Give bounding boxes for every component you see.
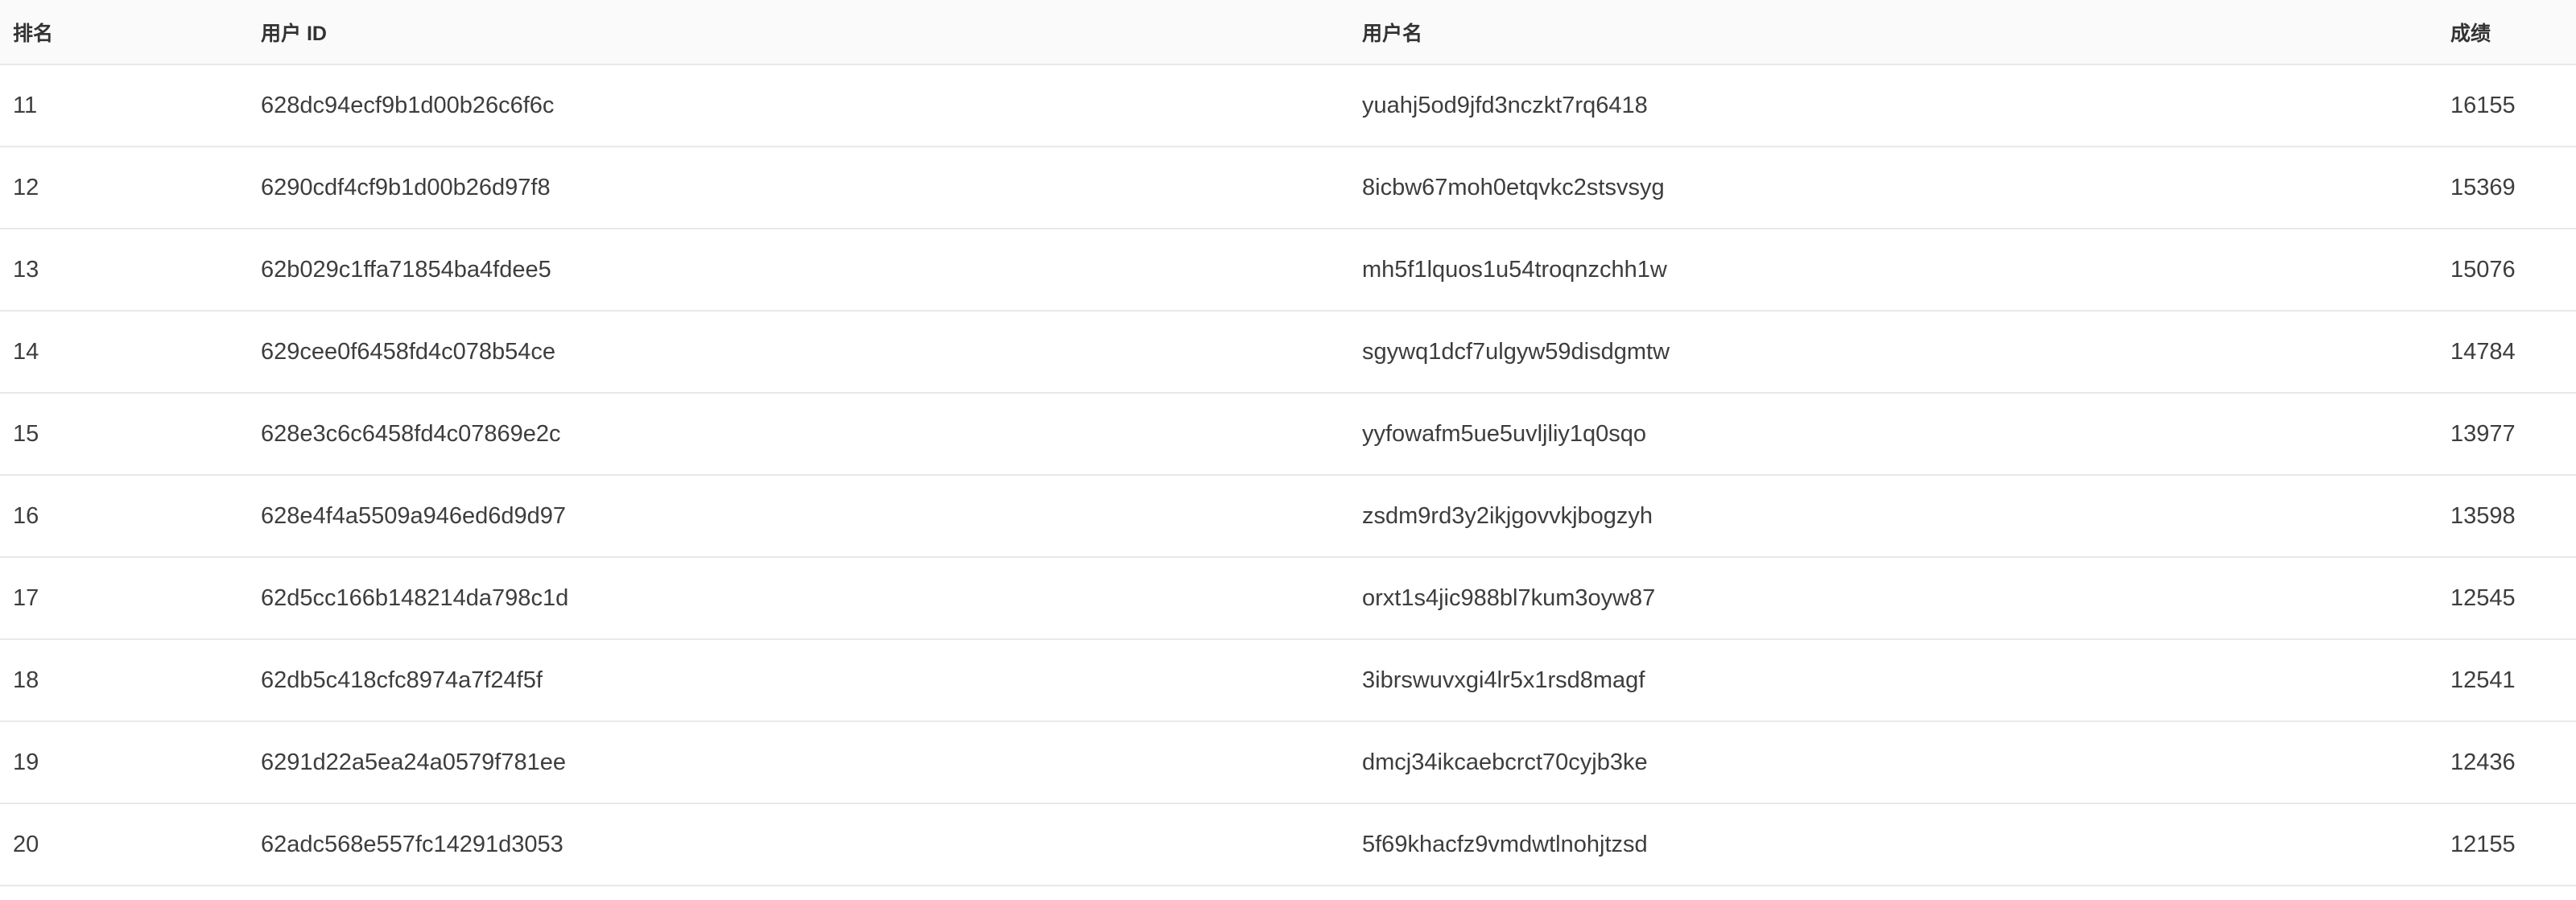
table-row: 18 62db5c418cfc8974a7f24f5f 3ibrswuvxgi4… — [0, 639, 2576, 722]
table-row: 11 628dc94ecf9b1d00b26c6f6c yuahj5od9jfd… — [0, 64, 2576, 147]
cell-username: 5f69khacfz9vmdwtlnohjtzsd — [1362, 803, 2450, 886]
cell-rank: 14 — [0, 311, 261, 394]
cell-rank: 11 — [0, 64, 261, 147]
table-body: 11 628dc94ecf9b1d00b26c6f6c yuahj5od9jfd… — [0, 64, 2576, 886]
cell-score: 12541 — [2450, 639, 2576, 722]
cell-user-id: 62adc568e557fc14291d3053 — [261, 803, 1362, 886]
cell-username: sgywq1dcf7ulgyw59disdgmtw — [1362, 311, 2450, 394]
cell-username: orxt1s4jic988bl7kum3oyw87 — [1362, 557, 2450, 640]
cell-user-id: 628e4f4a5509a946ed6d9d97 — [261, 475, 1362, 558]
cell-user-id: 629cee0f6458fd4c078b54ce — [261, 311, 1362, 394]
cell-username: mh5f1lquos1u54troqnzchh1w — [1362, 229, 2450, 312]
table-row: 12 6290cdf4cf9b1d00b26d97f8 8icbw67moh0e… — [0, 147, 2576, 229]
cell-user-id: 628e3c6c6458fd4c07869e2c — [261, 393, 1362, 476]
table-row: 14 629cee0f6458fd4c078b54ce sgywq1dcf7ul… — [0, 311, 2576, 394]
cell-rank: 17 — [0, 557, 261, 640]
table-row: 17 62d5cc166b148214da798c1d orxt1s4jic98… — [0, 557, 2576, 640]
table-row: 15 628e3c6c6458fd4c07869e2c yyfowafm5ue5… — [0, 393, 2576, 476]
cell-score: 12155 — [2450, 803, 2576, 886]
cell-score: 15076 — [2450, 229, 2576, 312]
cell-username: 3ibrswuvxgi4lr5x1rsd8magf — [1362, 639, 2450, 722]
cell-score: 13598 — [2450, 475, 2576, 558]
cell-rank: 20 — [0, 803, 261, 886]
table-header: 排名 用户 ID 用户名 成绩 — [0, 0, 2576, 65]
cell-score: 13977 — [2450, 393, 2576, 476]
cell-rank: 16 — [0, 475, 261, 558]
header-rank: 排名 — [0, 0, 261, 65]
header-row: 排名 用户 ID 用户名 成绩 — [0, 0, 2576, 65]
header-username: 用户名 — [1362, 0, 2450, 65]
cell-rank: 19 — [0, 721, 261, 804]
cell-rank: 12 — [0, 147, 261, 229]
header-score: 成绩 — [2450, 0, 2576, 65]
cell-user-id: 62b029c1ffa71854ba4fdee5 — [261, 229, 1362, 312]
cell-username: 8icbw67moh0etqvkc2stsvsyg — [1362, 147, 2450, 229]
table-row: 20 62adc568e557fc14291d3053 5f69khacfz9v… — [0, 803, 2576, 886]
leaderboard-table: 排名 用户 ID 用户名 成绩 11 628dc94ecf9b1d00b26c6… — [0, 0, 2576, 886]
cell-username: yyfowafm5ue5uvljliy1q0sqo — [1362, 393, 2450, 476]
cell-user-id: 62d5cc166b148214da798c1d — [261, 557, 1362, 640]
cell-rank: 15 — [0, 393, 261, 476]
cell-user-id: 6291d22a5ea24a0579f781ee — [261, 721, 1362, 804]
table-row: 13 62b029c1ffa71854ba4fdee5 mh5f1lquos1u… — [0, 229, 2576, 312]
cell-score: 15369 — [2450, 147, 2576, 229]
cell-user-id: 62db5c418cfc8974a7f24f5f — [261, 639, 1362, 722]
table-row: 16 628e4f4a5509a946ed6d9d97 zsdm9rd3y2ik… — [0, 475, 2576, 558]
cell-username: dmcj34ikcaebcrct70cyjb3ke — [1362, 721, 2450, 804]
header-user-id: 用户 ID — [261, 0, 1362, 65]
cell-score: 14784 — [2450, 311, 2576, 394]
cell-rank: 13 — [0, 229, 261, 312]
cell-rank: 18 — [0, 639, 261, 722]
cell-score: 12545 — [2450, 557, 2576, 640]
cell-user-id: 6290cdf4cf9b1d00b26d97f8 — [261, 147, 1362, 229]
cell-score: 16155 — [2450, 64, 2576, 147]
cell-score: 12436 — [2450, 721, 2576, 804]
cell-username: yuahj5od9jfd3nczkt7rq6418 — [1362, 64, 2450, 147]
table-row: 19 6291d22a5ea24a0579f781ee dmcj34ikcaeb… — [0, 721, 2576, 804]
cell-user-id: 628dc94ecf9b1d00b26c6f6c — [261, 64, 1362, 147]
cell-username: zsdm9rd3y2ikjgovvkjbogzyh — [1362, 475, 2450, 558]
